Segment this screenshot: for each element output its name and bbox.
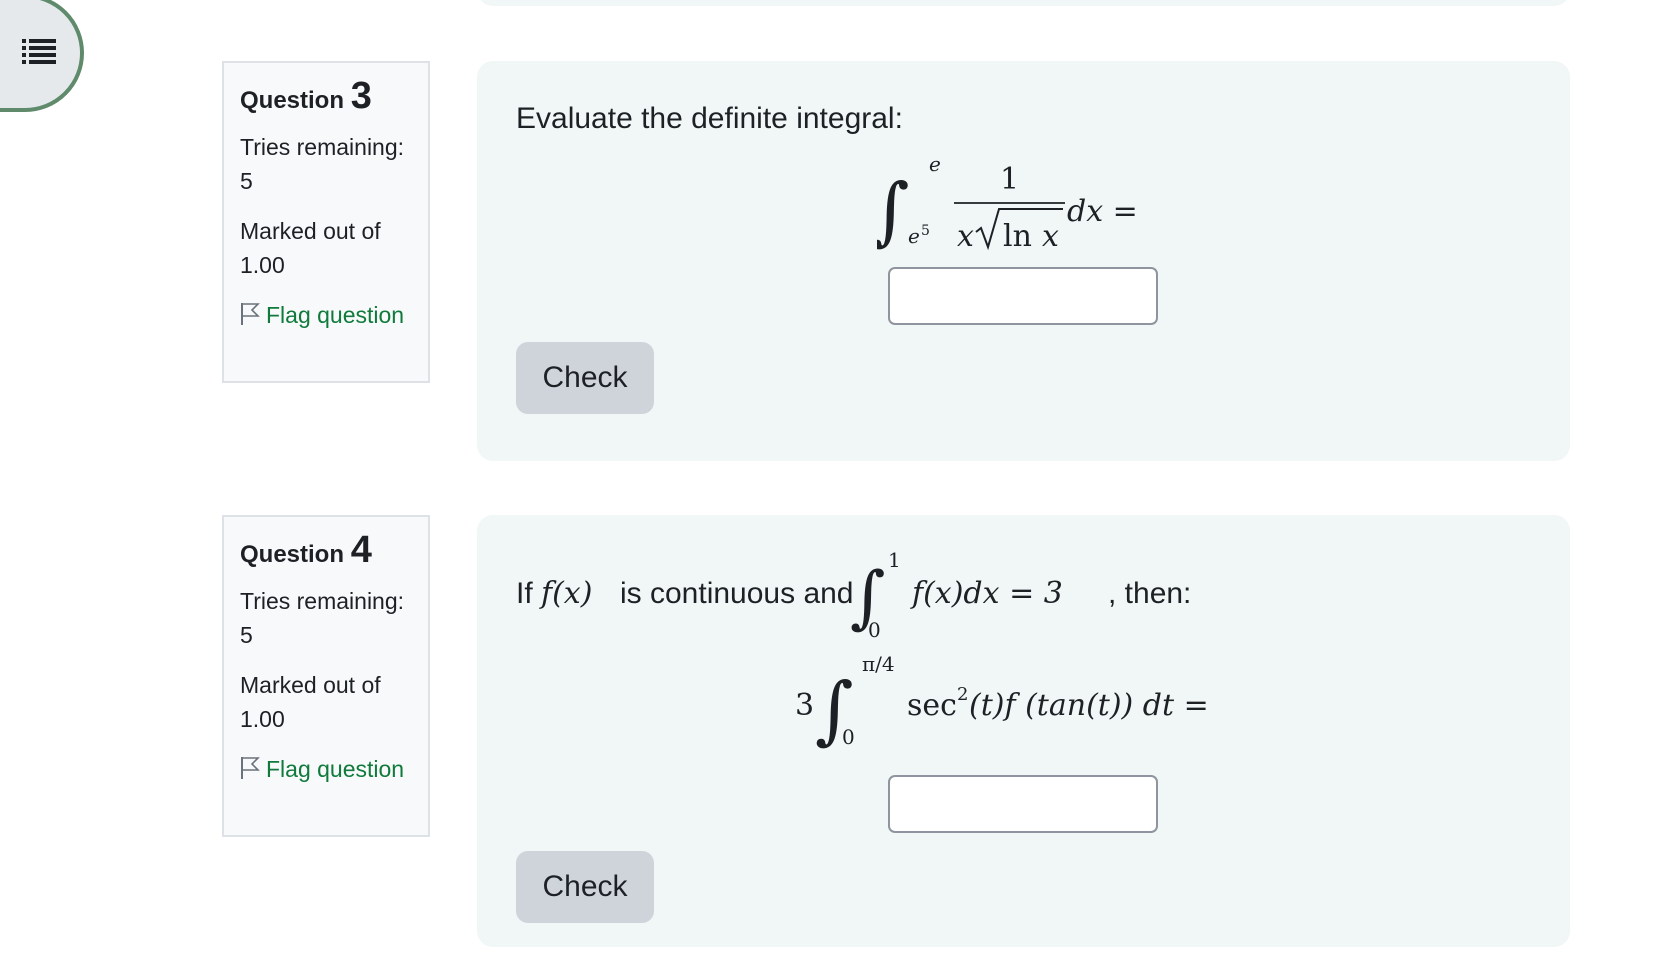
question-3-formula: ∫ e e 5 1 x ln x dx =	[877, 152, 1138, 254]
integral-upper-limit: 1	[888, 548, 901, 572]
integral-lower-exponent: 5	[921, 223, 930, 239]
denominator-x: x	[957, 219, 974, 254]
flag-question-label: Flag question	[266, 302, 405, 328]
prompt-fx: f(x)	[539, 576, 592, 611]
integral-upper-limit: π/4	[862, 652, 895, 676]
question-3-number: Question 3	[240, 77, 413, 120]
question-label: Question	[240, 87, 345, 114]
integral-lower-limit: 0	[842, 725, 855, 749]
coefficient: 3	[795, 688, 814, 723]
answer-input[interactable]	[888, 775, 1158, 833]
flag-question-link[interactable]: Flag question	[240, 752, 413, 786]
prompt-prefix: If	[516, 577, 533, 610]
flag-question-link[interactable]: Flag question	[240, 298, 413, 332]
sec-exponent: 2	[957, 684, 968, 705]
tries-remaining: Tries remaining: 5	[240, 588, 405, 648]
marked-out-of: Marked out of 1.00	[240, 672, 381, 732]
check-button[interactable]: Check	[516, 342, 654, 414]
question-3-info: Question 3 Tries remaining: 5 Marked out…	[222, 61, 430, 383]
check-button[interactable]: Check	[516, 851, 654, 923]
question-3-content: Evaluate the definite integral: ∫ e e 5 …	[477, 61, 1570, 461]
answer-input[interactable]	[888, 267, 1158, 325]
integral-lower-limit: e	[908, 224, 920, 248]
question-4-formula: 3 ∫ π/4 0 sec 2 (t)f (tan(t)) dt =	[795, 652, 1209, 750]
prompt-mid: is continuous and	[620, 577, 854, 610]
integral-lower-limit: 0	[868, 618, 881, 642]
question-number: 3	[350, 75, 372, 117]
course-index-toggle[interactable]	[0, 0, 84, 112]
flag-icon	[241, 757, 260, 779]
flag-question-label: Flag question	[266, 756, 405, 782]
prompt-integral-body: f(x)dx = 3	[910, 576, 1063, 611]
flag-icon	[241, 303, 260, 325]
previous-question-card	[477, 0, 1570, 6]
question-4-number: Question 4	[240, 531, 413, 574]
tries-remaining: Tries remaining: 5	[240, 134, 405, 194]
question-label: Question	[240, 541, 345, 568]
question-3-prompt: Evaluate the definite integral:	[516, 102, 903, 135]
question-4-info: Question 4 Tries remaining: 5 Marked out…	[222, 515, 430, 837]
question-number: 4	[350, 529, 372, 571]
denominator-x2: x	[1042, 219, 1059, 254]
fraction-numerator: 1	[1000, 162, 1019, 197]
integral-sign: ∫	[877, 168, 910, 254]
integral-upper-limit: e	[929, 152, 941, 176]
denominator-ln: ln	[1003, 219, 1032, 254]
formula-tail: dx =	[1067, 194, 1138, 229]
formula-body: (t)f (tan(t)) dt =	[969, 688, 1209, 723]
sec-function: sec	[907, 688, 957, 723]
prompt-suffix: , then:	[1108, 577, 1191, 610]
list-icon	[22, 38, 56, 71]
question-4-content: If f(x) is continuous and ∫ 1 0 f(x)dx =…	[477, 515, 1570, 947]
question-4-prompt: If f(x) is continuous and ∫ 1 0 f(x)dx =…	[516, 548, 1191, 642]
marked-out-of: Marked out of 1.00	[240, 218, 381, 278]
